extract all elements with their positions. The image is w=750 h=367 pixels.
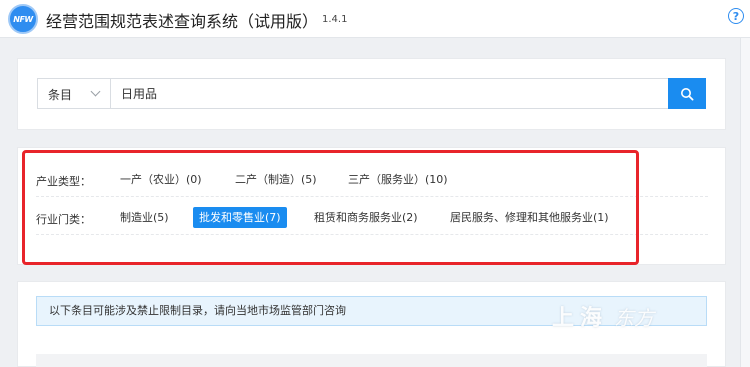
- app-title: 经营范围规范表述查询系统（试用版）: [46, 12, 319, 31]
- app-logo: NFW: [8, 4, 38, 34]
- chevron-down-icon: [90, 86, 101, 97]
- search-icon: [681, 87, 694, 101]
- search-type-select[interactable]: 条目: [37, 78, 110, 109]
- app-version: 1.4.1: [322, 14, 348, 25]
- notice-text: 以下条目可能涉及禁止限制目录，请向当地市场监管部门咨询: [49, 304, 346, 317]
- highlight-annotation-box: [22, 150, 639, 265]
- help-icon[interactable]: ?: [728, 8, 744, 24]
- scrollbar-track[interactable]: [740, 38, 750, 367]
- search-button[interactable]: [668, 78, 706, 109]
- notice-bar: 以下条目可能涉及禁止限制目录，请向当地市场监管部门咨询: [36, 296, 707, 326]
- search-type-label: 条目: [48, 88, 73, 102]
- search-input[interactable]: [110, 78, 669, 109]
- result-list: [36, 354, 707, 367]
- top-bar: NFW 经营范围规范表述查询系统（试用版） 1.4.1 ?: [0, 0, 750, 38]
